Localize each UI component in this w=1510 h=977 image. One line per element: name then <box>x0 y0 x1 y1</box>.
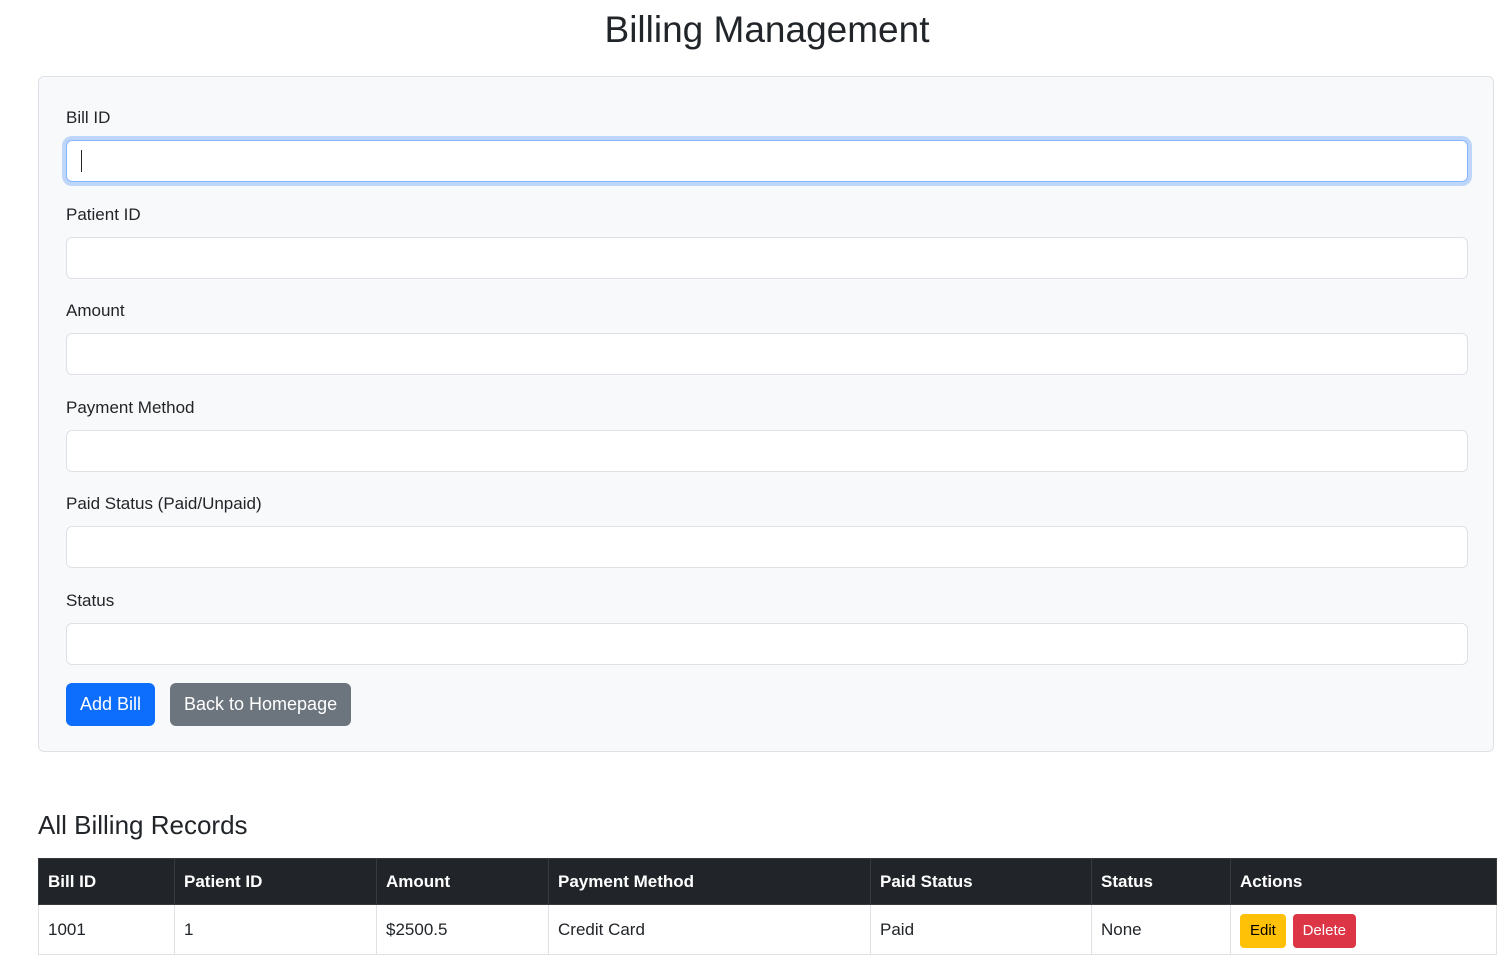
page-title: Billing Management <box>604 9 930 50</box>
cell-paid-status: Paid <box>870 904 1092 955</box>
back-to-homepage-button[interactable]: Back to Homepage <box>170 683 352 726</box>
paid-status-label: Paid Status (Paid/Unpaid) <box>66 494 262 513</box>
billing-records-table: Bill ID Patient ID Amount Payment Method… <box>38 858 1497 955</box>
table-row: 1001 1 $2500.5 Credit Card Paid None Edi… <box>38 904 1497 955</box>
cell-actions: Edit Delete <box>1230 904 1497 955</box>
text-caret <box>81 150 82 172</box>
amount-label: Amount <box>66 301 125 320</box>
column-header-payment-method: Payment Method <box>548 858 871 905</box>
cell-bill-id: 1001 <box>38 904 175 955</box>
records-title: All Billing Records <box>38 810 248 840</box>
column-header-actions: Actions <box>1230 858 1497 905</box>
bill-id-input[interactable] <box>66 140 1468 182</box>
patient-id-input[interactable] <box>66 237 1468 279</box>
column-header-paid-status: Paid Status <box>870 858 1092 905</box>
paid-status-input[interactable] <box>66 526 1468 568</box>
column-header-amount: Amount <box>376 858 549 905</box>
add-bill-button[interactable]: Add Bill <box>66 683 156 726</box>
delete-button[interactable]: Delete <box>1292 914 1356 948</box>
bill-id-label: Bill ID <box>66 108 111 127</box>
amount-input[interactable] <box>66 333 1468 375</box>
bill-form: Bill ID Patient ID Amount Payment Method… <box>38 76 1494 752</box>
column-header-bill-id: Bill ID <box>38 858 175 905</box>
column-header-patient-id: Patient ID <box>174 858 377 905</box>
patient-id-label: Patient ID <box>66 205 141 224</box>
status-input[interactable] <box>66 623 1468 665</box>
cell-payment-method: Credit Card <box>548 904 871 955</box>
column-header-status: Status <box>1091 858 1231 905</box>
table-header-row: Bill ID Patient ID Amount Payment Method… <box>38 858 1497 905</box>
payment-method-label: Payment Method <box>66 398 195 417</box>
status-label: Status <box>66 591 115 610</box>
cell-status: None <box>1091 904 1231 955</box>
payment-method-input[interactable] <box>66 430 1468 472</box>
cell-patient-id: 1 <box>174 904 377 955</box>
edit-button[interactable]: Edit <box>1240 914 1286 948</box>
cell-amount: $2500.5 <box>376 904 549 955</box>
